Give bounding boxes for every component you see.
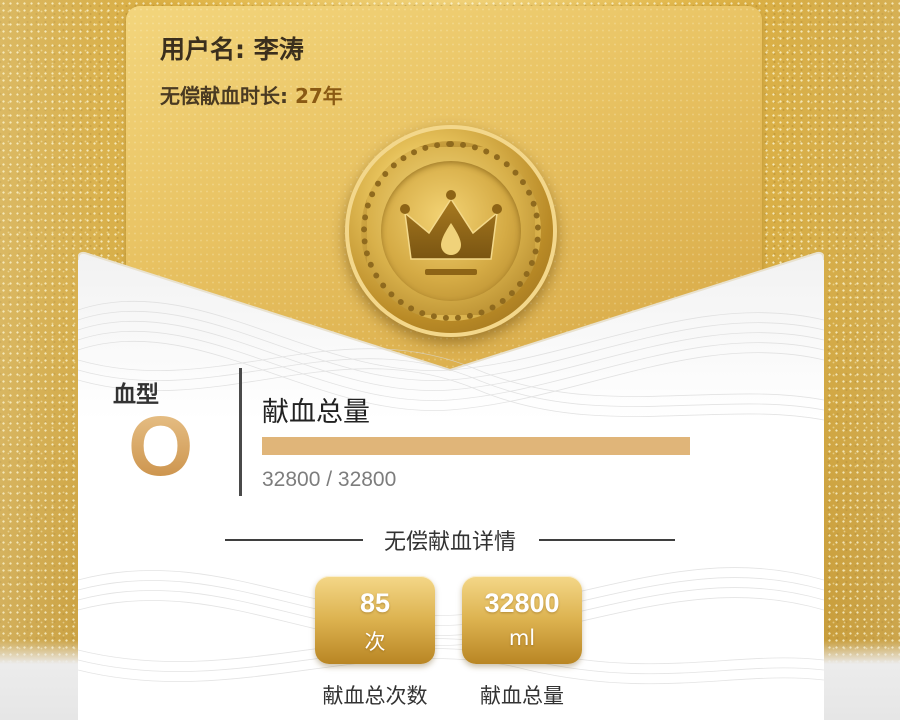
donation-volume-card[interactable]: 32800 ml bbox=[462, 576, 582, 664]
honor-card-screen: 用户名: 李涛 无偿献血时长: 27年 血型 O 献血总量 32800 / 32… bbox=[0, 0, 900, 720]
total-volume-label: 献血总量 bbox=[262, 397, 370, 428]
donation-volume-caption: 献血总量 bbox=[480, 684, 564, 708]
vertical-divider bbox=[239, 368, 242, 496]
donation-duration-value: 27年 bbox=[294, 84, 343, 108]
donation-volume-value: 32800 bbox=[484, 588, 560, 618]
total-volume-progress-text: 32800 / 32800 bbox=[262, 468, 397, 491]
details-divider-right bbox=[539, 539, 675, 541]
total-volume-progress-bar bbox=[262, 437, 690, 455]
total-volume-progress-fill bbox=[262, 437, 690, 455]
user-name-value: 李涛 bbox=[253, 35, 304, 64]
donation-duration-label: 无偿献血时长: bbox=[160, 84, 288, 108]
donation-volume-unit: ml bbox=[508, 626, 536, 650]
donation-count-caption: 献血总次数 bbox=[322, 684, 428, 708]
donation-count-card[interactable]: 85 次 bbox=[315, 576, 435, 664]
gold-honor-medal bbox=[345, 125, 557, 337]
blood-type-value: O bbox=[128, 399, 194, 493]
details-section-header: 无偿献血详情 bbox=[225, 524, 675, 555]
medal-center bbox=[381, 161, 521, 301]
donation-count-unit: 次 bbox=[364, 630, 386, 654]
donation-duration-row: 无偿献血时长: 27年 bbox=[160, 80, 343, 109]
user-name-label: 用户名: bbox=[160, 35, 245, 64]
user-name-row: 用户名: 李涛 bbox=[160, 30, 304, 66]
crown-with-blood-drop-icon bbox=[400, 190, 502, 275]
donation-count-value: 85 bbox=[359, 588, 391, 618]
